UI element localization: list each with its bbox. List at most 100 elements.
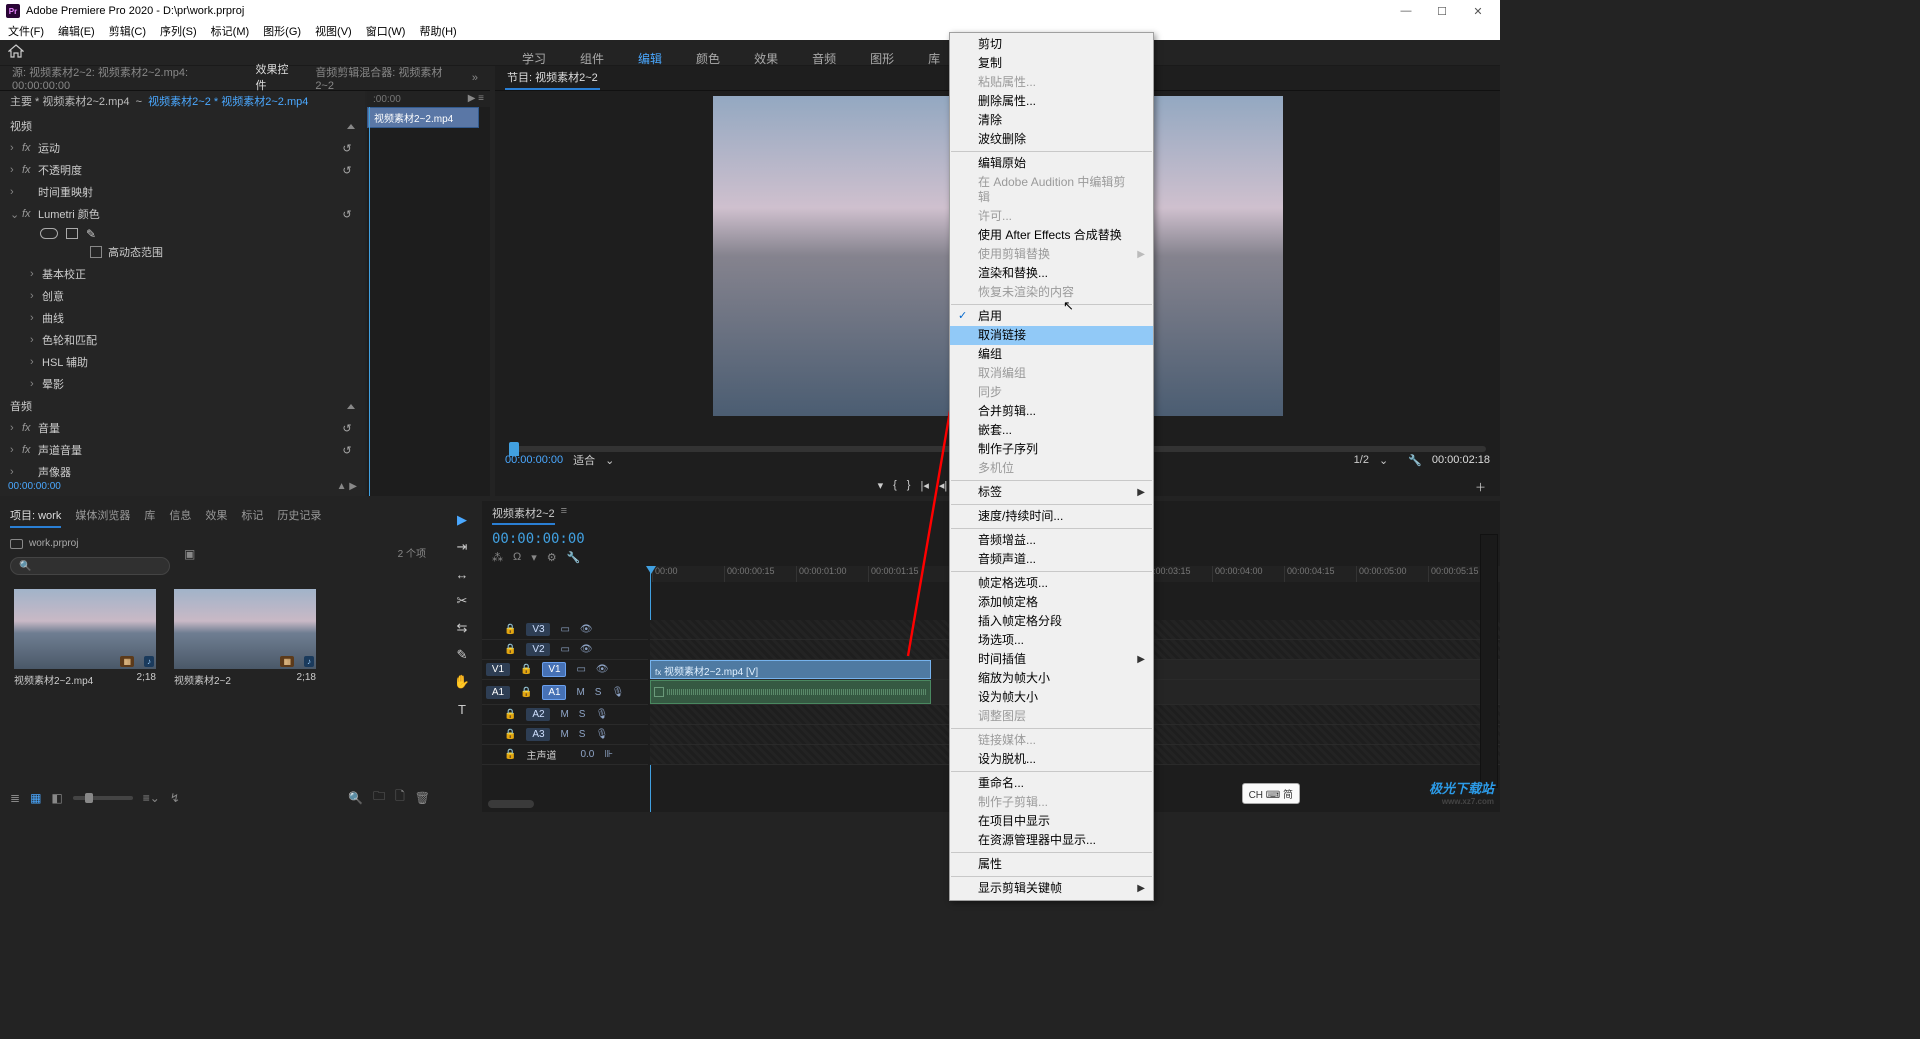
ctx-framehold[interactable]: 帧定格选项... [950, 574, 1153, 593]
menu-sequence[interactable]: 序列(S) [160, 23, 197, 39]
menu-marker[interactable]: 标记(M) [211, 23, 250, 39]
fx-volume[interactable]: ›fx音量↺ [0, 417, 365, 439]
ctx-subsequence[interactable]: 制作子序列 [950, 440, 1153, 459]
list-view-icon[interactable]: ≣ [10, 791, 20, 805]
lumetri-wheels[interactable]: ›色轮和匹配 [0, 329, 365, 351]
ctx-offline[interactable]: 设为脱机... [950, 750, 1153, 769]
tab-info[interactable]: 信息 [169, 507, 191, 528]
res-chevron-icon[interactable]: ⌄ [1379, 454, 1388, 467]
program-fit-menu[interactable]: 适合 [573, 452, 595, 468]
ctx-unlink[interactable]: 取消链接 [950, 326, 1153, 345]
find-icon[interactable]: 🔍 [348, 791, 363, 805]
tab-project[interactable]: 项目: work [10, 507, 61, 528]
ctx-label[interactable]: 标签▶ [950, 483, 1153, 502]
expand-up-icon[interactable] [347, 404, 355, 409]
ctx-clear[interactable]: 清除 [950, 111, 1153, 130]
ripple-tool-icon[interactable]: ↔ [453, 565, 471, 583]
slip-tool-icon[interactable]: ⇆ [453, 619, 471, 637]
btn-plus[interactable]: ＋ [1475, 479, 1486, 495]
mute-btn[interactable]: M [560, 709, 568, 720]
fx-opacity[interactable]: ›fx不透明度↺ [0, 159, 365, 181]
track-select-tool-icon[interactable]: ⇥ [453, 538, 471, 556]
track-v1[interactable]: V1🔒V1▭👁 [482, 660, 648, 680]
new-item-icon[interactable]: 🗋 [395, 787, 405, 808]
reset-icon[interactable]: ↺ [339, 164, 355, 177]
fx-panner[interactable]: ›声像器 [0, 461, 365, 483]
ctx-insertseg[interactable]: 插入帧定格分段 [950, 612, 1153, 631]
menu-clip[interactable]: 剪辑(C) [109, 23, 146, 39]
hand-tool-icon[interactable]: ✋ [453, 673, 471, 691]
reset-icon[interactable]: ↺ [339, 142, 355, 155]
eff-zoom-bar[interactable]: ▲ ▶ [337, 481, 357, 492]
freeform-view-icon[interactable]: ◧ [51, 791, 62, 805]
ctx-edit-original[interactable]: 编辑原始 [950, 154, 1153, 173]
track-master[interactable]: 🔒主声道0.0⊪ [482, 745, 648, 765]
solo-btn[interactable]: S [579, 729, 586, 740]
ctx-timeinterp[interactable]: 时间插值▶ [950, 650, 1153, 669]
solo-btn[interactable]: S [595, 687, 602, 698]
lumetri-hsl[interactable]: ›HSL 辅助 [0, 351, 365, 373]
step-back-icon[interactable]: ◂| [939, 479, 947, 492]
tab-history[interactable]: 历史记录 [277, 507, 321, 528]
clip-thumb[interactable]: ▦ ♪ [174, 589, 316, 669]
trash-icon[interactable]: 🗑 [415, 791, 430, 805]
tab-libraries[interactable]: 库 [144, 507, 155, 528]
ctx-addhold[interactable]: 添加帧定格 [950, 593, 1153, 612]
track-a2[interactable]: 🔒A2MS🎙 [482, 705, 648, 725]
ime-indicator[interactable]: CH ⌨ 简 [1242, 783, 1300, 804]
ctx-explorer[interactable]: 在资源管理器中显示... [950, 831, 1153, 850]
filter-bin-icon[interactable]: ▣ [184, 547, 195, 561]
menu-view[interactable]: 视图(V) [315, 23, 352, 39]
pen-tool-icon[interactable]: ✎ [453, 646, 471, 664]
fx-lumetri[interactable]: ⌄fxLumetri 颜色↺ [0, 203, 365, 225]
out-point-icon[interactable]: } [907, 479, 911, 492]
selection-tool-icon[interactable]: ▶ [453, 511, 471, 529]
reset-icon[interactable]: ↺ [339, 208, 355, 221]
sort-icon[interactable]: ≡⌄ [143, 791, 160, 805]
ctx-cut[interactable]: 剪切 [950, 35, 1153, 54]
ctx-copy[interactable]: 复制 [950, 54, 1153, 73]
eff-tl-menu[interactable]: ▶ ≡ [468, 93, 484, 104]
home-icon[interactable] [8, 44, 24, 61]
scrubber-playhead[interactable] [509, 442, 519, 456]
minimize-button[interactable]: — [1398, 5, 1414, 18]
ctx-fieldopt[interactable]: 场选项... [950, 631, 1153, 650]
menu-window[interactable]: 窗口(W) [366, 23, 406, 39]
ctx-enable[interactable]: ✓启用 [950, 307, 1153, 326]
ctx-reveal[interactable]: 在项目中显示 [950, 812, 1153, 831]
new-bin-icon[interactable]: 🗀 [373, 787, 385, 808]
fit-chevron-icon[interactable]: ⌄ [605, 454, 614, 467]
ctx-gain[interactable]: 音频增益... [950, 531, 1153, 550]
tab-program[interactable]: 节目: 视频素材2~2 [505, 66, 600, 90]
clip-item-2[interactable]: ▦ ♪ 视频素材2~22;18 [174, 589, 316, 687]
tab-sequence[interactable]: 视频素材2~2 [492, 505, 555, 525]
fx-motion[interactable]: ›fx运动↺ [0, 137, 365, 159]
in-point-icon[interactable]: { [893, 479, 897, 492]
ellipse-mask-icon[interactable] [40, 228, 58, 239]
tab-audio-mixer[interactable]: 音频剪辑混合器: 视频素材2~2 [313, 61, 456, 95]
expand-up-icon[interactable] [347, 124, 355, 129]
menu-file[interactable]: 文件(F) [8, 23, 44, 39]
tab-source[interactable]: 源: 视频素材2~2: 视频素材2~2.mp4: 00:00:00:00 [10, 61, 239, 95]
breadcrumb-name[interactable]: work.prproj [29, 538, 78, 549]
ctx-scaleframe[interactable]: 缩放为帧大小 [950, 669, 1153, 688]
lumetri-hdr[interactable]: 高动态范围 [0, 241, 365, 263]
fx-time-remap[interactable]: ›时间重映射 [0, 181, 365, 203]
menu-help[interactable]: 帮助(H) [419, 23, 456, 39]
ctx-afterfx[interactable]: 使用 After Effects 合成替换 [950, 226, 1153, 245]
ctx-group[interactable]: 编组 [950, 345, 1153, 364]
reset-icon[interactable]: ↺ [339, 422, 355, 435]
ctx-rename[interactable]: 重命名... [950, 774, 1153, 793]
clip-thumb[interactable]: ▦ ♪ [14, 589, 156, 669]
program-resolution[interactable]: 1/2 [1354, 454, 1369, 466]
lumetri-creative[interactable]: ›创意 [0, 285, 365, 307]
clip-item-1[interactable]: ▦ ♪ 视频素材2~2.mp42;18 [14, 589, 156, 687]
src-current-time[interactable]: 00:00:00:00 [8, 481, 61, 492]
ctx-render-replace[interactable]: 渲染和替换... [950, 264, 1153, 283]
close-button[interactable]: ✕ [1470, 5, 1486, 18]
fx-channel-volume[interactable]: ›fx声道音量↺ [0, 439, 365, 461]
settings-icon[interactable]: 🔧 [1408, 454, 1422, 467]
wrench-icon[interactable]: 🔧 [567, 551, 581, 564]
linked-sel-icon[interactable]: Ω [513, 551, 521, 564]
track-a1[interactable]: A1🔒A1MS🎙 [482, 680, 648, 705]
